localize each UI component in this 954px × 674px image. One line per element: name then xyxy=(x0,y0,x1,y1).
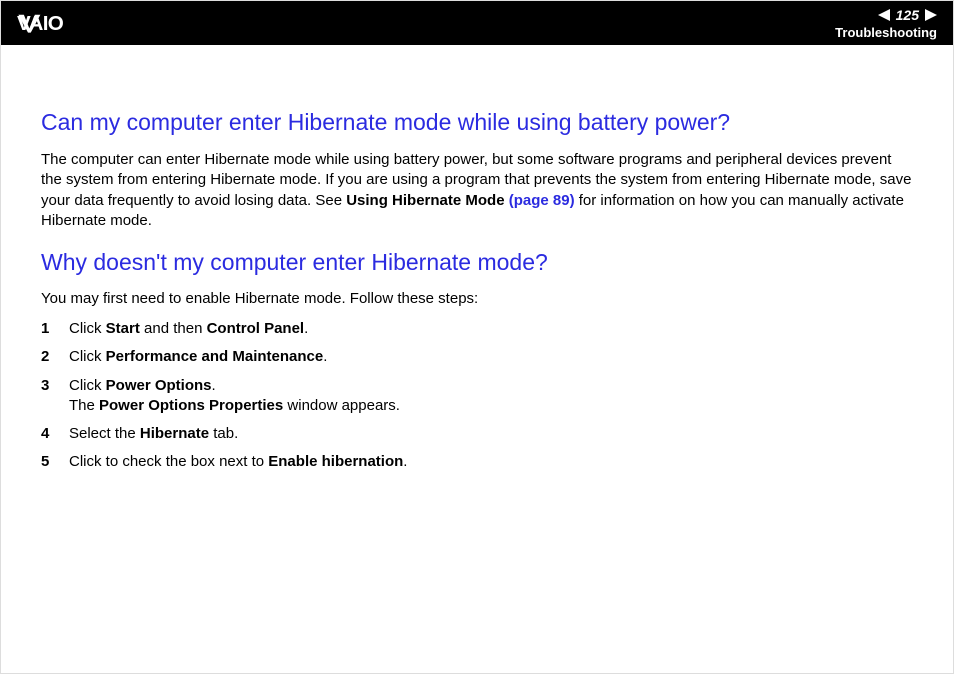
page-header: VAIO 125 Troubleshooting xyxy=(1,1,953,45)
question-heading-1: Can my computer enter Hibernate mode whi… xyxy=(41,109,913,136)
text: Click xyxy=(69,320,106,337)
text: window appears. xyxy=(283,397,400,414)
text: tab. xyxy=(209,425,238,442)
text: . xyxy=(212,377,216,394)
text: . xyxy=(323,348,327,365)
ref-title: Using Hibernate Mode xyxy=(346,192,504,209)
text: Click xyxy=(69,377,106,394)
page-ref-link[interactable]: (page 89) xyxy=(505,192,575,209)
text: . xyxy=(304,320,308,337)
steps-intro: You may first need to enable Hibernate m… xyxy=(41,290,913,307)
vaio-logo: VAIO xyxy=(17,12,127,34)
question-heading-2: Why doesn't my computer enter Hibernate … xyxy=(41,249,913,276)
text: Select the xyxy=(69,425,140,442)
section-label: Troubleshooting xyxy=(835,25,937,40)
prev-page-arrow-icon[interactable] xyxy=(878,9,890,21)
answer-paragraph-1: The computer can enter Hibernate mode wh… xyxy=(41,150,913,231)
text: and then xyxy=(140,320,207,337)
step-item: Select the Hibernate tab. xyxy=(41,420,913,448)
ui-term: Hibernate xyxy=(140,425,209,442)
step-item: Click Start and then Control Panel. xyxy=(41,315,913,343)
page-nav: 125 xyxy=(835,7,937,23)
ui-term: Start xyxy=(106,320,140,337)
page-number: 125 xyxy=(894,7,921,23)
ui-term: Power Options xyxy=(106,377,212,394)
page-content: Can my computer enter Hibernate mode whi… xyxy=(1,45,953,477)
steps-list: Click Start and then Control Panel. Clic… xyxy=(41,315,913,477)
text: Click to check the box next to xyxy=(69,453,268,470)
ui-term: Power Options Properties xyxy=(99,397,283,414)
svg-text:VAIO: VAIO xyxy=(17,12,64,34)
text: The xyxy=(69,397,99,414)
ui-term: Control Panel xyxy=(207,320,305,337)
ui-term: Enable hibernation xyxy=(268,453,403,470)
step-item: Click Performance and Maintenance. xyxy=(41,343,913,371)
ui-term: Performance and Maintenance xyxy=(106,348,324,365)
text: Click xyxy=(69,348,106,365)
header-right: 125 Troubleshooting xyxy=(835,7,937,40)
step-item: Click Power Options. The Power Options P… xyxy=(41,372,913,421)
step-item: Click to check the box next to Enable hi… xyxy=(41,448,913,476)
next-page-arrow-icon[interactable] xyxy=(925,9,937,21)
text: . xyxy=(403,453,407,470)
